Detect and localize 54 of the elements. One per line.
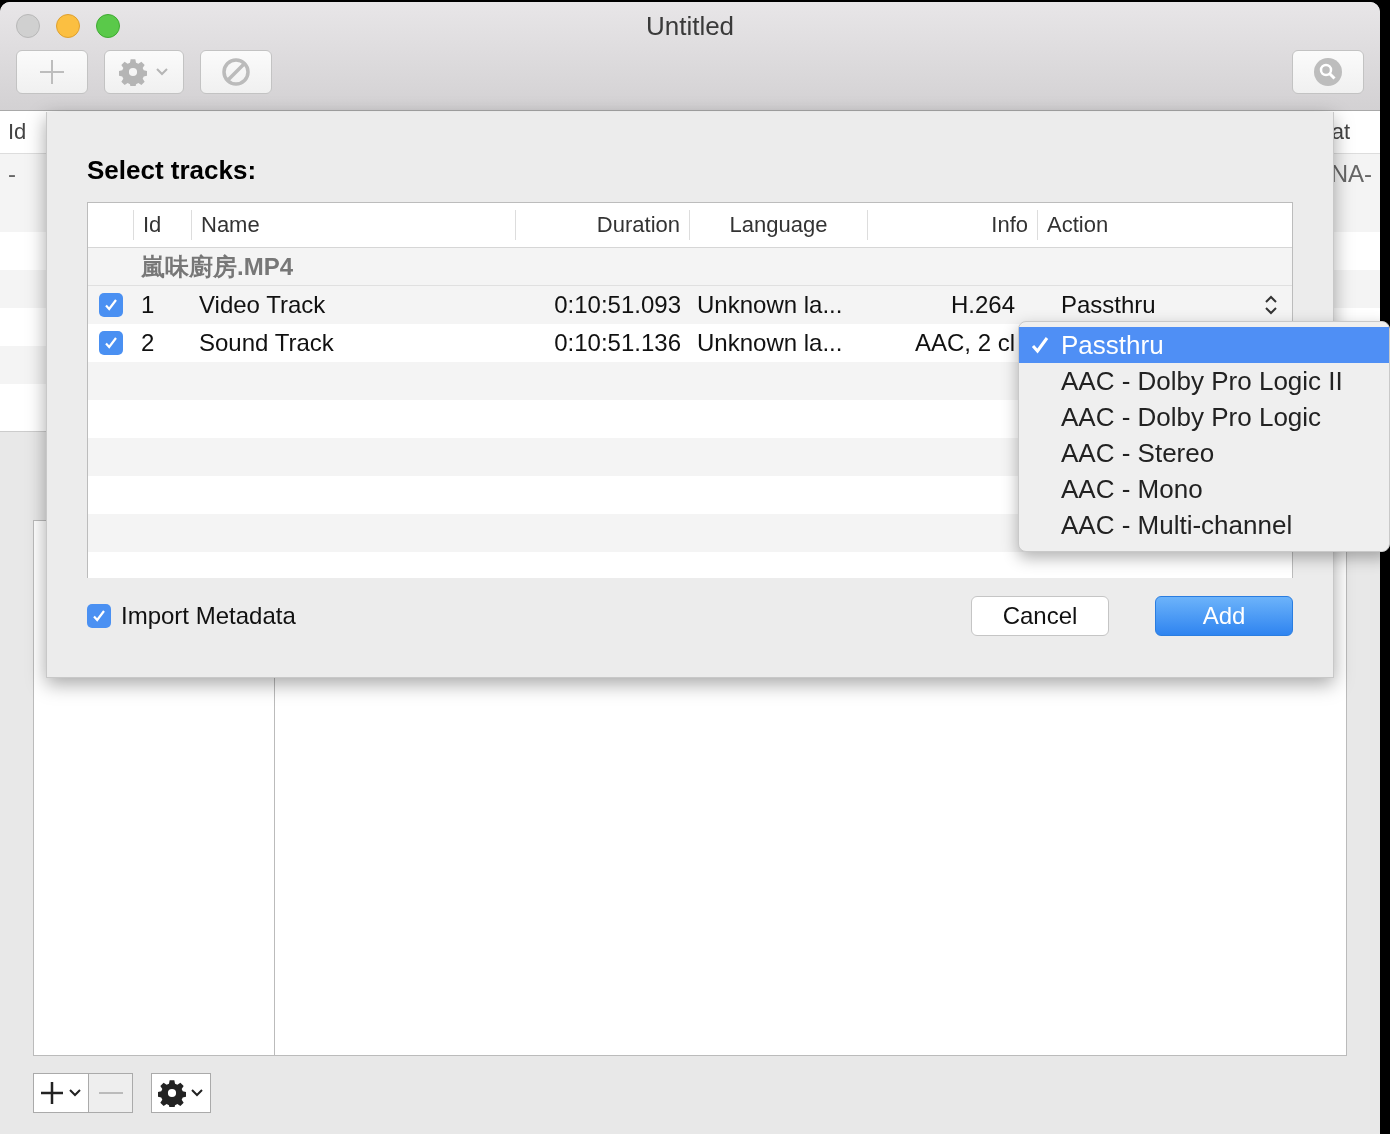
track-checkbox[interactable] (98, 331, 123, 355)
import-metadata-checkbox[interactable] (87, 604, 111, 628)
column-header[interactable]: Language (689, 210, 867, 240)
checkmark-icon (91, 608, 107, 624)
window-title: Untitled (645, 11, 735, 41)
caret-icon (155, 67, 169, 77)
close-button[interactable] (16, 14, 40, 38)
info-cell-text: H.264 (949, 291, 1016, 319)
menu-item[interactable]: AAC - Stereo (1019, 435, 1389, 471)
track-name: Sound Track (198, 329, 335, 357)
menu-item[interactable]: AAC - Dolby Pro Logic (1019, 399, 1389, 435)
zoom-button[interactable] (96, 14, 120, 38)
menu-item[interactable]: AAC - Dolby Pro Logic II (1019, 363, 1389, 399)
updown-icon (1264, 294, 1278, 316)
search-button[interactable] (1292, 50, 1364, 94)
column-header[interactable]: Duration (515, 210, 689, 240)
minimize-button[interactable] (56, 14, 80, 38)
plus-icon (39, 59, 65, 85)
column-header[interactable]: Id (133, 210, 191, 240)
gear-icon (158, 1079, 186, 1107)
track-id: 1 (140, 291, 156, 319)
prohibited-icon (221, 57, 251, 87)
checkmark-icon (102, 335, 119, 351)
column-header[interactable]: Info (867, 210, 1037, 240)
check-icon (1030, 335, 1050, 355)
track-id: 2 (140, 329, 156, 357)
duration-cell-text: 0:10:51.136 (553, 329, 682, 357)
import-metadata-label: Import Metadata (121, 602, 296, 630)
add-button[interactable] (16, 50, 88, 94)
column-header[interactable]: Name (191, 210, 515, 240)
caret-icon (190, 1088, 204, 1098)
plus-icon (40, 1081, 64, 1105)
minus-icon (98, 1091, 123, 1095)
column-header[interactable]: Action (1037, 210, 1292, 240)
search-icon (1314, 58, 1342, 86)
action-popup[interactable]: Passthru (1037, 288, 1292, 322)
cancel-button[interactable]: Cancel (971, 596, 1109, 636)
file-group-label: 嵐味廚房.MP4 (141, 251, 293, 282)
track-name: Video Track (198, 291, 327, 319)
caret-icon (68, 1088, 82, 1098)
action-button[interactable] (104, 50, 184, 94)
info-cell-text: AAC, 2 cl (913, 329, 1016, 357)
gear-icon (119, 58, 147, 86)
menu-item[interactable]: AAC - Multi-channel (1019, 507, 1389, 543)
stop-button[interactable] (200, 50, 272, 94)
language-cell-text: Unknown la... (696, 291, 844, 319)
language-cell-text: Unknown la... (696, 329, 844, 357)
menu-item[interactable]: AAC - Mono (1019, 471, 1389, 507)
table-cell: - (8, 160, 16, 188)
dialog-title: Select tracks: (87, 154, 258, 187)
column-header[interactable]: Id (8, 119, 27, 145)
checkmark-icon (102, 297, 119, 313)
duration-cell-text: 0:10:51.093 (553, 291, 682, 319)
track-checkbox[interactable] (98, 293, 123, 317)
